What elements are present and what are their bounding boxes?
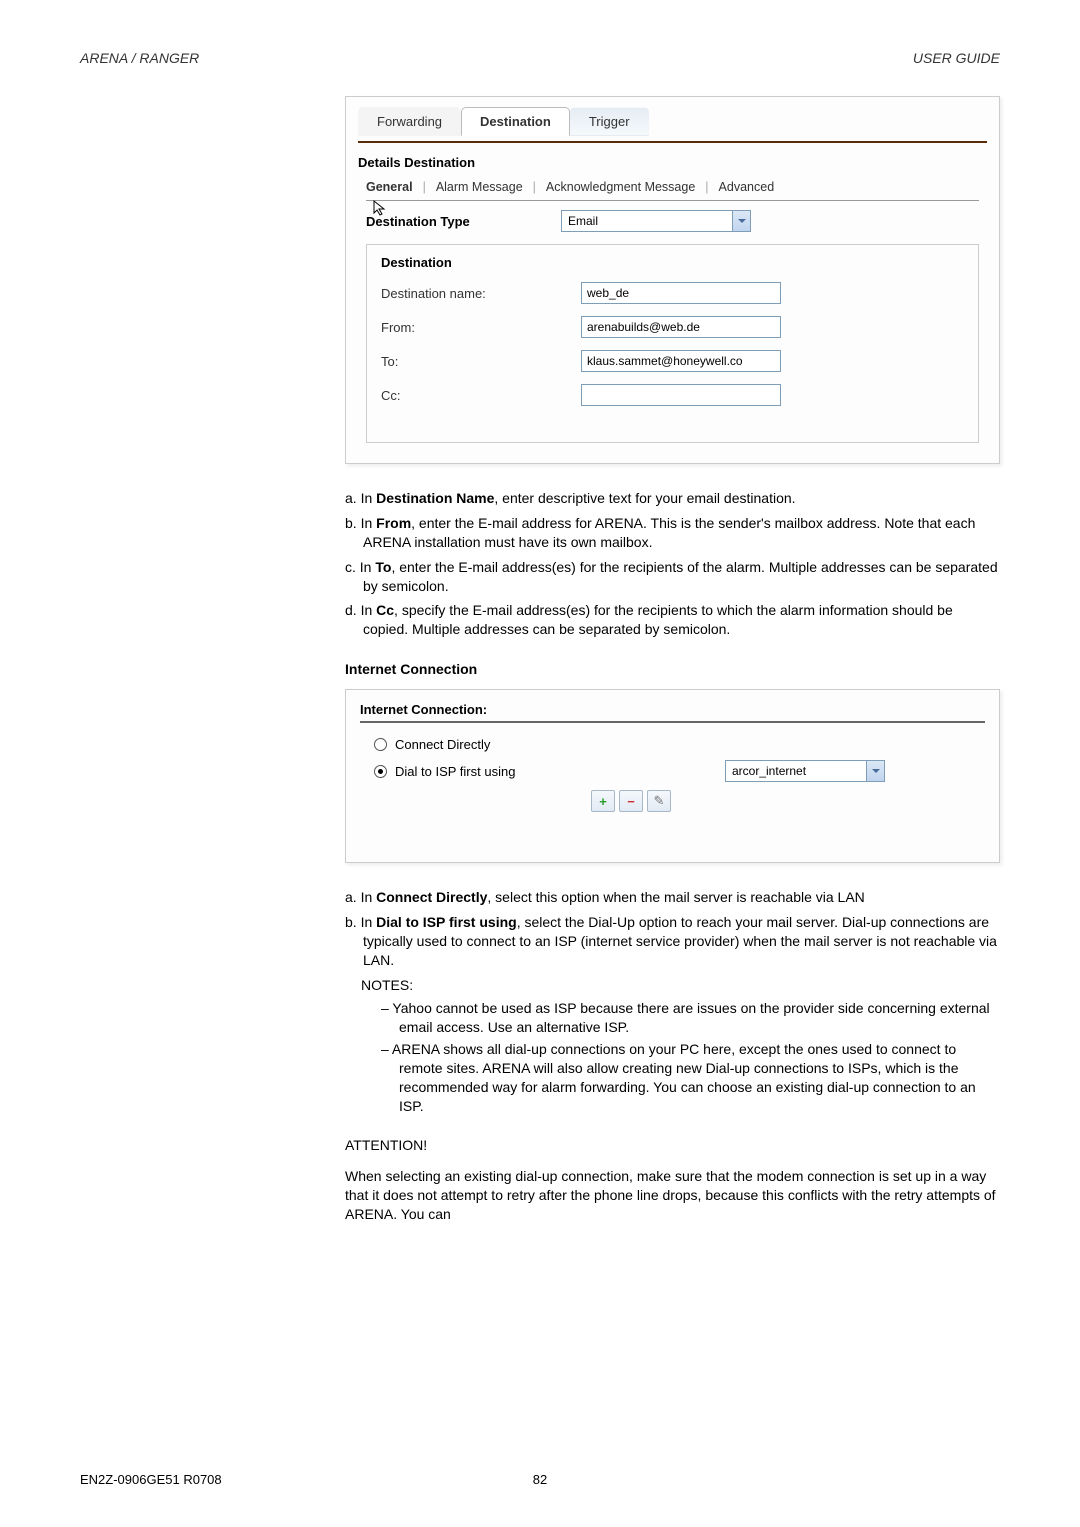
details-destination-title: Details Destination xyxy=(358,155,987,170)
destination-panel: Forwarding Destination Trigger Details D… xyxy=(345,96,1000,464)
attention-label: ATTENTION! xyxy=(345,1136,1000,1155)
footer-doc-id: EN2Z-0906GE51 R0708 xyxy=(80,1472,222,1487)
internet-connection-panel: Internet Connection: Connect Directly Di… xyxy=(345,689,1000,863)
tab-destination[interactable]: Destination xyxy=(461,107,570,136)
page-footer: EN2Z-0906GE51 R0708 82 xyxy=(80,1472,1000,1487)
note-2: – ARENA shows all dial-up connections on… xyxy=(381,1040,1000,1116)
add-icon[interactable]: + xyxy=(591,790,615,812)
destination-type-select[interactable]: Email xyxy=(561,210,751,232)
subtab-general[interactable]: General xyxy=(366,180,413,194)
from-input[interactable] xyxy=(581,316,781,338)
tab-forwarding[interactable]: Forwarding xyxy=(358,107,461,136)
radio-dial-isp[interactable]: Dial to ISP first using arcor_internet xyxy=(374,760,985,782)
radio-label-direct: Connect Directly xyxy=(395,737,490,752)
chevron-down-icon[interactable] xyxy=(866,761,884,781)
subtabs: General | Alarm Message | Acknowledgment… xyxy=(358,180,987,194)
radio-icon xyxy=(374,765,387,778)
subtab-separator: | xyxy=(533,180,536,194)
remove-icon[interactable]: − xyxy=(619,790,643,812)
destination-type-label: Destination Type xyxy=(366,214,561,229)
subtab-separator: | xyxy=(705,180,708,194)
chevron-down-icon[interactable] xyxy=(732,211,750,231)
destination-type-value: Email xyxy=(562,214,732,228)
instr-a: a. In Destination Name, enter descriptiv… xyxy=(345,489,1000,508)
cursor-icon xyxy=(372,199,392,219)
to-label: To: xyxy=(381,354,581,369)
from-label: From: xyxy=(381,320,581,335)
notes-label: NOTES: xyxy=(361,976,1000,995)
cc-input[interactable] xyxy=(581,384,781,406)
destination-name-input[interactable] xyxy=(581,282,781,304)
isp-select[interactable]: arcor_internet xyxy=(725,760,885,782)
instr-b: b. In From, enter the E-mail address for… xyxy=(345,514,1000,552)
isp-value: arcor_internet xyxy=(726,764,866,778)
subtab-alarm-message[interactable]: Alarm Message xyxy=(436,180,523,194)
footer-page-number: 82 xyxy=(533,1472,547,1487)
tab-trigger[interactable]: Trigger xyxy=(570,107,649,136)
instr2-a: a. In Connect Directly, select this opti… xyxy=(345,888,1000,907)
subtab-separator: | xyxy=(423,180,426,194)
destination-inner-panel: Destination Destination name: From: To: … xyxy=(366,244,979,443)
instruction-list-2: a. In Connect Directly, select this opti… xyxy=(345,888,1000,1223)
radio-label-dial: Dial to ISP first using xyxy=(395,764,515,779)
internet-connection-title: Internet Connection: xyxy=(360,702,985,717)
isp-buttons: + − ✎ xyxy=(591,790,985,812)
edit-icon[interactable]: ✎ xyxy=(647,790,671,812)
page-header: ARENA / RANGER USER GUIDE xyxy=(0,0,1080,66)
subtab-ack-message[interactable]: Acknowledgment Message xyxy=(546,180,695,194)
internet-connection-heading: Internet Connection xyxy=(345,661,1000,677)
instr-c: c. In To, enter the E-mail address(es) f… xyxy=(345,558,1000,596)
instr-d: d. In Cc, specify the E-mail address(es)… xyxy=(345,601,1000,639)
to-input[interactable] xyxy=(581,350,781,372)
header-left: ARENA / RANGER xyxy=(80,50,199,66)
header-right: USER GUIDE xyxy=(913,50,1000,66)
cc-label: Cc: xyxy=(381,388,581,403)
instruction-list-1: a. In Destination Name, enter descriptiv… xyxy=(345,489,1000,639)
subtab-advanced[interactable]: Advanced xyxy=(719,180,775,194)
radio-icon xyxy=(374,738,387,751)
attention-text: When selecting an existing dial-up conne… xyxy=(345,1167,1000,1224)
radio-connect-directly[interactable]: Connect Directly xyxy=(374,737,985,752)
note-1: – Yahoo cannot be used as ISP because th… xyxy=(381,999,1000,1037)
instr2-b: b. In Dial to ISP first using, select th… xyxy=(345,913,1000,970)
main-tabs: Forwarding Destination Trigger xyxy=(358,107,987,136)
destination-name-label: Destination name: xyxy=(381,286,581,301)
destination-inner-title: Destination xyxy=(381,255,964,270)
